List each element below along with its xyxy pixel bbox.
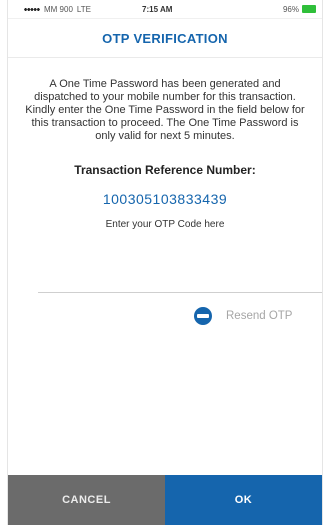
- otp-input-underline: [38, 292, 322, 293]
- footer-actions: CANCEL OK: [8, 475, 322, 525]
- transaction-reference-number: 100305103833439: [102, 191, 228, 207]
- otp-input[interactable]: [38, 262, 322, 292]
- otp-hint: Enter your OTP Code here: [105, 219, 225, 230]
- network-type: LTE: [76, 4, 91, 14]
- status-time: 7:15 AM: [142, 4, 173, 14]
- resend-otp-label: Resend OTP: [226, 310, 293, 322]
- cancel-button[interactable]: CANCEL: [8, 475, 165, 525]
- signal-strength-icon: [24, 6, 40, 12]
- ok-button[interactable]: OK: [165, 475, 322, 525]
- status-bar: MM 900 LTE 7:15 AM 96%: [8, 0, 322, 19]
- otp-description: A One Time Password has been generated a…: [25, 78, 305, 142]
- otp-content: A One Time Password has been generated a…: [8, 58, 322, 230]
- battery-icon: [302, 5, 316, 13]
- otp-screen: MM 900 LTE 7:15 AM 96% OTP VERIFICATION …: [8, 0, 322, 525]
- carrier-name: MM 900: [44, 4, 73, 14]
- transaction-reference-label: Transaction Reference Number:: [74, 163, 256, 177]
- otp-icon: [194, 307, 212, 325]
- battery-percent: 96%: [282, 4, 299, 14]
- status-bar-left: MM 900 LTE: [24, 5, 142, 14]
- page-title: OTP VERIFICATION: [8, 19, 322, 58]
- status-bar-right: 96%: [283, 5, 316, 14]
- resend-otp-button[interactable]: Resend OTP: [194, 307, 292, 325]
